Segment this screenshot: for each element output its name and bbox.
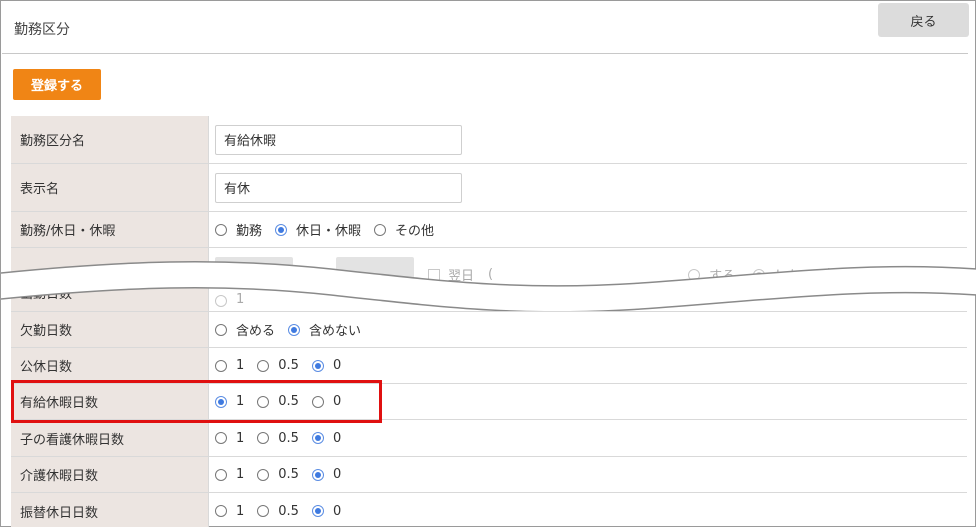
radio-icon[interactable] (311, 395, 324, 408)
public-holiday-option-0[interactable]: 0 (311, 358, 341, 373)
page-title: 勤務区分 (14, 22, 70, 38)
name-input[interactable] (215, 124, 462, 155)
nursing-option-half[interactable]: 0.5 (257, 467, 299, 482)
radio-checked-icon[interactable] (311, 432, 324, 444)
radio-icon[interactable] (374, 223, 387, 236)
row-label: 表示名 (11, 164, 209, 211)
table-row: 公休日数 1 0.5 0 (11, 348, 967, 384)
paid-leave-option-1[interactable]: 1 (215, 394, 244, 409)
child-care-option-0[interactable]: 0 (311, 431, 341, 446)
radio-icon[interactable] (257, 505, 270, 517)
radio-icon[interactable] (215, 432, 227, 444)
type-option-other[interactable]: その他 (374, 220, 434, 239)
radio-checked-icon[interactable] (215, 395, 227, 408)
radio-checked-icon[interactable] (311, 468, 324, 481)
row-label: 振替休日日数 (11, 493, 209, 527)
table-row: 欠勤日数 含める 含めない (11, 312, 967, 348)
window-frame: 勤務区分 戻る 登録する 勤務区分名 表示名 勤務/休日・休暇 勤務 (0, 0, 976, 527)
table-row: 勤務区分名 (11, 116, 967, 164)
radio-icon[interactable] (257, 395, 270, 408)
row-label: 子の看護休暇日数 (11, 420, 209, 456)
table-row: 介護休暇日数 1 0.5 0 (11, 457, 967, 493)
register-button[interactable]: 登録する (13, 69, 101, 100)
substitute-option-1[interactable]: 1 (215, 504, 244, 519)
row-label: 有給休暇日数 (11, 384, 209, 419)
row-label: 勤務/休日・休暇 (11, 212, 209, 247)
table-row: 振替休日日数 1 0.5 0 (11, 493, 967, 527)
page-header: 勤務区分 (2, 2, 968, 54)
table-row: 子の看護休暇日数 1 0.5 0 (11, 420, 967, 457)
absence-option-include[interactable]: 含める (215, 320, 275, 339)
radio-icon[interactable] (215, 468, 227, 481)
type-option-work[interactable]: 勤務 (215, 220, 262, 239)
row-label: 出勤日数 (11, 276, 209, 311)
substitute-option-half[interactable]: 0.5 (257, 504, 299, 519)
absence-option-exclude[interactable]: 含めない (288, 320, 361, 339)
table-row: 出勤日数 1 (11, 276, 967, 312)
child-care-option-half[interactable]: 0.5 (257, 431, 299, 446)
radio-icon[interactable] (215, 223, 227, 236)
radio-icon[interactable] (215, 359, 227, 372)
radio-icon[interactable] (215, 323, 227, 336)
radio-icon[interactable] (257, 432, 270, 444)
paid-leave-option-0[interactable]: 0 (311, 394, 341, 409)
substitute-option-0[interactable]: 0 (311, 504, 341, 519)
radio-icon[interactable] (257, 468, 270, 481)
paid-leave-option-half[interactable]: 0.5 (257, 394, 299, 409)
radio-icon[interactable] (215, 505, 227, 517)
table-row: 表示名 (11, 164, 967, 212)
child-care-option-1[interactable]: 1 (215, 431, 244, 446)
nursing-option-1[interactable]: 1 (215, 467, 244, 482)
row-label: 介護休暇日数 (11, 457, 209, 492)
display-name-input[interactable] (215, 172, 462, 203)
row-label: 勤務区分名 (11, 116, 209, 163)
row-label: 公休日数 (11, 348, 209, 383)
table-row: 勤務/休日・休暇 勤務 休日・休暇 その他 (11, 212, 967, 248)
public-holiday-option-1[interactable]: 1 (215, 358, 244, 373)
type-option-holiday[interactable]: 休日・休暇 (275, 220, 361, 239)
radio-checked-icon[interactable] (311, 359, 324, 372)
public-holiday-option-half[interactable]: 0.5 (257, 358, 299, 373)
row-label: 欠勤日数 (11, 312, 209, 347)
radio-checked-icon[interactable] (311, 505, 324, 517)
radio-icon[interactable] (257, 359, 270, 372)
back-button[interactable]: 戻る (878, 3, 969, 37)
radio-icon[interactable] (215, 295, 227, 307)
radio-checked-icon[interactable] (275, 223, 288, 236)
radio-checked-icon[interactable] (288, 323, 301, 336)
table-row: 有給休暇日数 1 0.5 0 (11, 384, 967, 420)
nursing-option-0[interactable]: 0 (311, 467, 341, 482)
